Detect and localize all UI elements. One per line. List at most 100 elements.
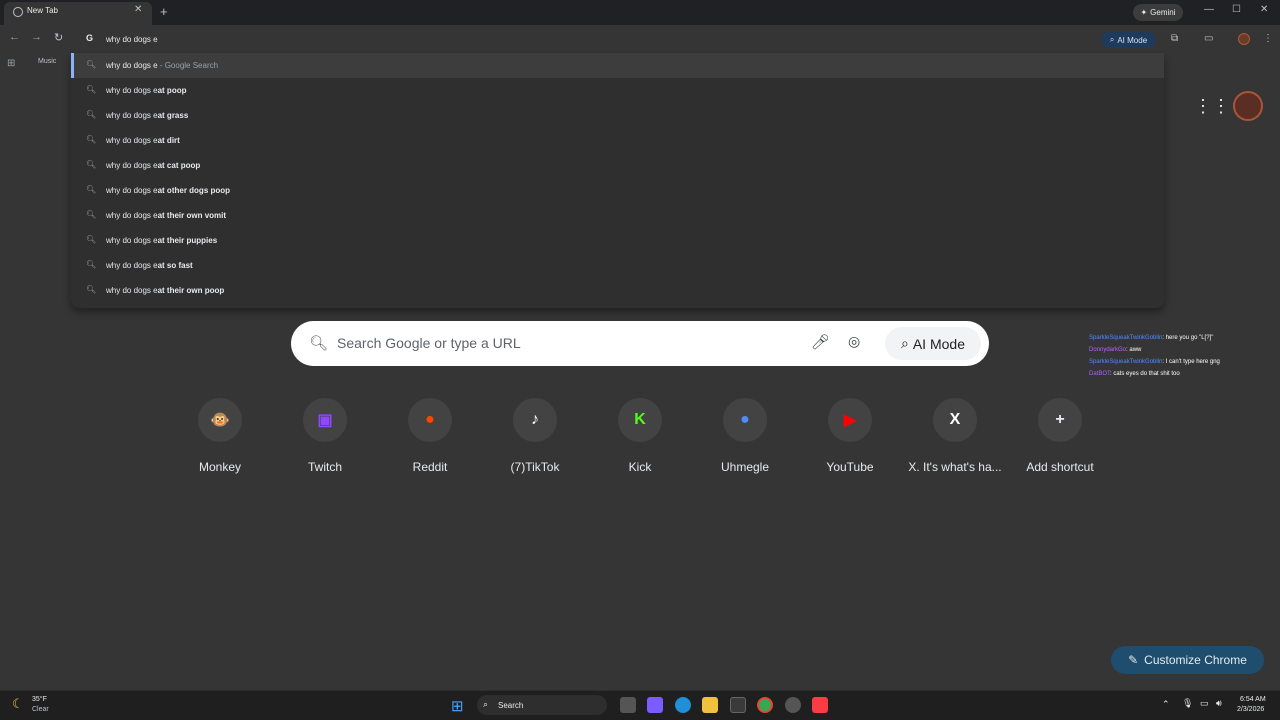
chat-text: : here you go "L[?]" bbox=[1162, 335, 1214, 341]
youtube-icon: ▶ bbox=[828, 398, 872, 442]
edge-icon[interactable] bbox=[675, 697, 691, 713]
search-icon: 🔍︎ bbox=[86, 160, 97, 169]
microphone-icon[interactable]: 🎤︎ bbox=[811, 333, 830, 351]
taskbar bbox=[0, 690, 1280, 720]
plus-icon: + bbox=[1038, 398, 1082, 442]
suggestion-row[interactable]: 🔍︎ why do dogs e - Google Search bbox=[71, 53, 1164, 78]
copilot-icon[interactable] bbox=[647, 697, 663, 713]
music-app-icon[interactable] bbox=[812, 697, 828, 713]
windows-start-icon[interactable]: ⊞ bbox=[451, 697, 464, 715]
search-icon: 🔍︎ bbox=[86, 235, 97, 244]
shortcut-tile[interactable]: ● Reddit bbox=[380, 398, 480, 478]
reload-icon[interactable]: ↻ bbox=[54, 31, 63, 44]
suggestion-row[interactable]: 🔍︎ why do dogs eat dirt bbox=[71, 128, 1164, 153]
minimize-button[interactable]: — bbox=[1204, 4, 1214, 15]
customize-chrome-button[interactable]: ✎ Customize Chrome bbox=[1111, 646, 1264, 674]
ai-mode-button[interactable]: ⌕ AI Mode bbox=[885, 327, 981, 360]
store-icon[interactable] bbox=[730, 697, 746, 713]
search-icon: 🔍︎ bbox=[86, 285, 97, 294]
chat-username: SparkleSqueakTwinkGoblin bbox=[1089, 335, 1163, 341]
search-input[interactable]: Search Google or type a URL bbox=[337, 335, 521, 351]
chat-text: : aww bbox=[1126, 347, 1142, 353]
shortcut-tile[interactable]: ♪ (7)TikTok bbox=[485, 398, 585, 478]
network-icon[interactable]: ▭ bbox=[1200, 698, 1209, 709]
search-icon: 🔍︎ bbox=[86, 260, 97, 269]
apps-icon[interactable]: ⊞ bbox=[7, 58, 15, 69]
chrome-taskbar-icon[interactable] bbox=[757, 697, 773, 713]
ai-mode-label: AI Mode bbox=[912, 335, 965, 352]
search-icon: 🔍︎ bbox=[86, 85, 97, 94]
shortcut-label: (7)TikTok bbox=[510, 460, 560, 474]
shortcut-tile[interactable]: ▣ Twitch bbox=[275, 398, 375, 478]
clock-date[interactable]: 2/3/2026 bbox=[1237, 706, 1264, 713]
lens-icon[interactable]: ◎ bbox=[848, 333, 860, 350]
chat-text: : cats eyes do that shit too bbox=[1110, 371, 1180, 377]
shortcut-tile[interactable]: ▶ YouTube bbox=[800, 398, 900, 478]
clock-time[interactable]: 6:54 AM bbox=[1240, 696, 1266, 703]
menu-icon[interactable]: ⋮ bbox=[1263, 33, 1273, 44]
taskbar-search[interactable] bbox=[477, 695, 607, 715]
bookmark-music[interactable]: Music bbox=[38, 58, 56, 65]
suggestion-row[interactable]: 🔍︎ why do dogs eat so fast bbox=[71, 253, 1164, 278]
omnibox-input[interactable]: why do dogs e bbox=[106, 35, 158, 44]
search-box[interactable]: 🔍︎ Search Google or type a URL 🎤︎ ◎ ⌕ AI… bbox=[291, 321, 989, 366]
extensions-icon[interactable]: ⧉ bbox=[1171, 33, 1178, 44]
suggestion-row[interactable]: 🔍︎ why do dogs eat grass bbox=[71, 103, 1164, 128]
microphone-tray-icon[interactable]: 🎙︎ bbox=[1182, 698, 1193, 709]
search-icon: 🔍︎ bbox=[86, 60, 97, 69]
reddit-icon: ● bbox=[408, 398, 452, 442]
gemini-label: Gemini bbox=[1150, 8, 1176, 17]
suggestion-row[interactable]: 🔍︎ why do dogs eat other dogs poop bbox=[71, 178, 1164, 203]
chat-message: SparkleSqueakTwinkGoblin: I can't type h… bbox=[1089, 359, 1220, 365]
chevron-up-icon[interactable]: ⌃ bbox=[1162, 699, 1170, 710]
chrome-icon bbox=[13, 7, 23, 17]
side-panel-icon[interactable]: ▭ bbox=[1204, 33, 1213, 44]
ai-mode-toolbar-button[interactable]: ⌕ AI Mode bbox=[1101, 32, 1156, 48]
file-explorer-icon[interactable] bbox=[702, 697, 718, 713]
shortcut-label: Add shortcut bbox=[1026, 460, 1094, 474]
shortcut-tile[interactable]: 🐵 Monkey bbox=[170, 398, 270, 478]
task-view-icon[interactable] bbox=[620, 697, 636, 713]
customize-chrome-label: Customize Chrome bbox=[1144, 653, 1247, 667]
suggestion-text: why do dogs eat cat poop bbox=[106, 161, 201, 170]
suggestion-row[interactable]: 🔍︎ why do dogs eat poop bbox=[71, 78, 1164, 103]
shortcut-tile[interactable]: K Kick bbox=[590, 398, 690, 478]
search-icon: 🔍︎ bbox=[86, 110, 97, 119]
app-icon[interactable] bbox=[785, 697, 801, 713]
shortcut-tile[interactable]: X X. It's what's ha... bbox=[905, 398, 1005, 478]
twitch-icon: ▣ bbox=[303, 398, 347, 442]
weather-moon-icon[interactable]: ☾ bbox=[12, 696, 24, 712]
search-icon: 🔍︎ bbox=[86, 210, 97, 219]
shortcut-label: Twitch bbox=[307, 460, 342, 474]
kick-icon: K bbox=[618, 398, 662, 442]
suggestion-row[interactable]: 🔍︎ why do dogs eat their own vomit bbox=[71, 203, 1164, 228]
weather-temp: 35°F bbox=[32, 696, 47, 703]
tab-strip bbox=[0, 0, 1280, 25]
shortcut-tile[interactable]: + Add shortcut bbox=[1010, 398, 1110, 478]
chat-message: SparkleSqueakTwinkGoblin: here you go "L… bbox=[1089, 335, 1213, 341]
chat-message: DatBOT: cats eyes do that shit too bbox=[1089, 371, 1180, 377]
taskbar-search-label: Search bbox=[498, 701, 524, 710]
weather-condition: Clear bbox=[32, 706, 49, 713]
suggestion-row[interactable]: 🔍︎ why do dogs eat cat poop bbox=[71, 153, 1164, 178]
maximize-button[interactable]: ☐ bbox=[1232, 4, 1241, 15]
tab-close-icon[interactable]: ✕ bbox=[134, 4, 142, 15]
chat-username: DatBOT bbox=[1089, 371, 1111, 377]
profile-avatar[interactable] bbox=[1238, 33, 1250, 45]
suggestion-row[interactable]: 🔍︎ why do dogs eat their puppies bbox=[71, 228, 1164, 253]
volume-icon[interactable]: 🔊︎ bbox=[1216, 698, 1222, 709]
close-window-button[interactable]: ✕ bbox=[1260, 4, 1268, 15]
suggestion-text: why do dogs eat other dogs poop bbox=[106, 186, 231, 195]
shortcut-tile[interactable]: ● Uhmegle bbox=[695, 398, 795, 478]
gemini-button[interactable]: ✦ Gemini bbox=[1133, 4, 1183, 21]
chat-message: DonnydarkGo: aww bbox=[1089, 347, 1141, 353]
suggestion-text: why do dogs eat dirt bbox=[106, 136, 180, 145]
back-icon[interactable]: ← bbox=[9, 31, 20, 43]
suggestion-text: why do dogs eat their own vomit bbox=[106, 211, 227, 220]
new-tab-button[interactable]: + bbox=[160, 4, 168, 19]
forward-icon[interactable]: → bbox=[31, 31, 42, 43]
google-icon: G bbox=[86, 33, 94, 43]
suggestion-text: why do dogs eat poop bbox=[106, 86, 187, 95]
suggestion-row[interactable]: 🔍︎ why do dogs eat their own poop bbox=[71, 278, 1164, 303]
account-avatar[interactable] bbox=[1233, 91, 1263, 121]
